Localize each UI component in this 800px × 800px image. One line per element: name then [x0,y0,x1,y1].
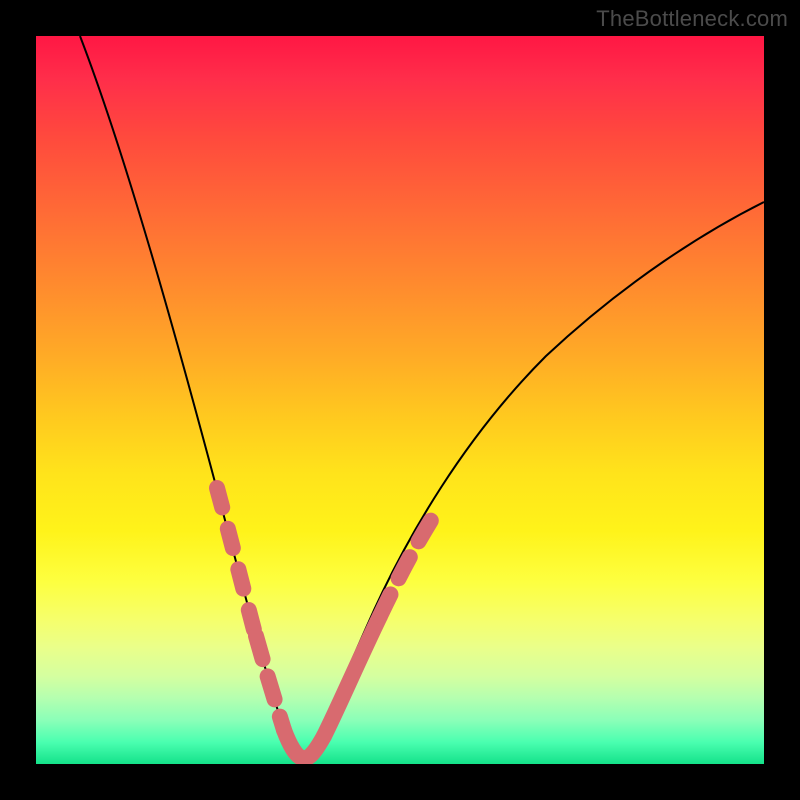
bottleneck-curve [80,36,764,759]
watermark-text: TheBottleneck.com [596,6,788,32]
plot-area [36,36,764,764]
overlay-right-solid [324,616,380,736]
curve-layer [36,36,764,764]
outer-frame: TheBottleneck.com [0,0,800,800]
overlay-left-dashed-lower [256,636,284,730]
overlay-right-dashed [380,506,440,616]
